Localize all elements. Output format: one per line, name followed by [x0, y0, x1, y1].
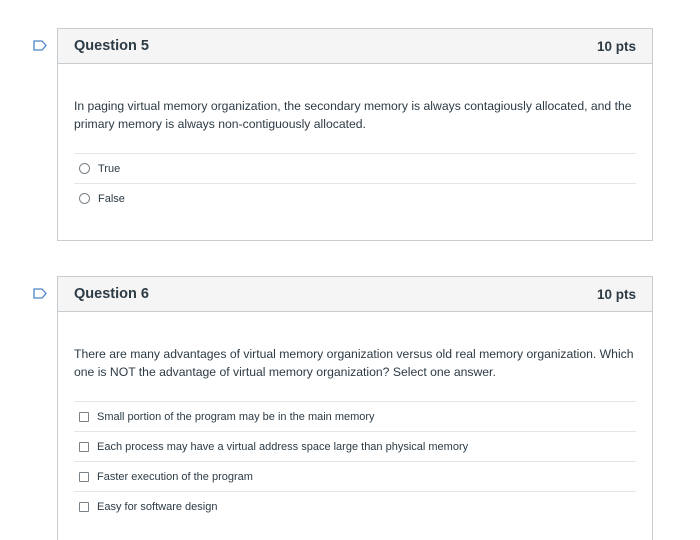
answer-label: True [98, 162, 121, 175]
question-header: Question 6 10 pts [58, 277, 652, 312]
question-header: Question 5 10 pts [58, 29, 652, 64]
question-card: Question 6 10 pts There are many advanta… [57, 276, 653, 540]
quiz-page: Question 5 10 pts In paging virtual memo… [0, 0, 700, 540]
question-text: There are many advantages of virtual mem… [74, 347, 634, 379]
answer-label: Easy for software design [97, 500, 218, 513]
answer-list: Small portion of the program may be in t… [74, 401, 636, 521]
question-title: Question 5 [74, 38, 149, 54]
answer-option[interactable]: Each process may have a virtual address … [74, 431, 636, 461]
answer-list: True False [74, 153, 636, 213]
checkbox[interactable] [79, 441, 89, 452]
answer-label: False [98, 192, 125, 205]
question-text: In paging virtual memory organization, t… [74, 99, 632, 131]
question-card: Question 5 10 pts In paging virtual memo… [57, 28, 653, 241]
flag-question-icon[interactable] [33, 40, 47, 51]
question-points: 10 pts [596, 286, 636, 302]
answer-label: Each process may have a virtual address … [97, 440, 469, 453]
question-title: Question 6 [74, 286, 149, 302]
checkbox[interactable] [79, 501, 89, 512]
answer-option[interactable]: False [74, 183, 636, 213]
checkbox[interactable] [79, 411, 89, 422]
radio-button[interactable] [79, 193, 90, 204]
radio-button[interactable] [79, 163, 90, 174]
answer-option[interactable]: True [74, 153, 636, 183]
question-body: In paging virtual memory organization, t… [58, 97, 652, 213]
answer-option[interactable]: Small portion of the program may be in t… [74, 401, 636, 431]
flag-question-icon[interactable] [33, 288, 47, 299]
question-body: There are many advantages of virtual mem… [58, 345, 652, 521]
answer-label: Faster execution of the program [97, 470, 253, 483]
checkbox[interactable] [79, 471, 89, 482]
answer-label: Small portion of the program may be in t… [97, 410, 375, 423]
answer-option[interactable]: Easy for software design [74, 491, 636, 521]
answer-option[interactable]: Faster execution of the program [74, 461, 636, 491]
question-points: 10 pts [596, 38, 636, 54]
